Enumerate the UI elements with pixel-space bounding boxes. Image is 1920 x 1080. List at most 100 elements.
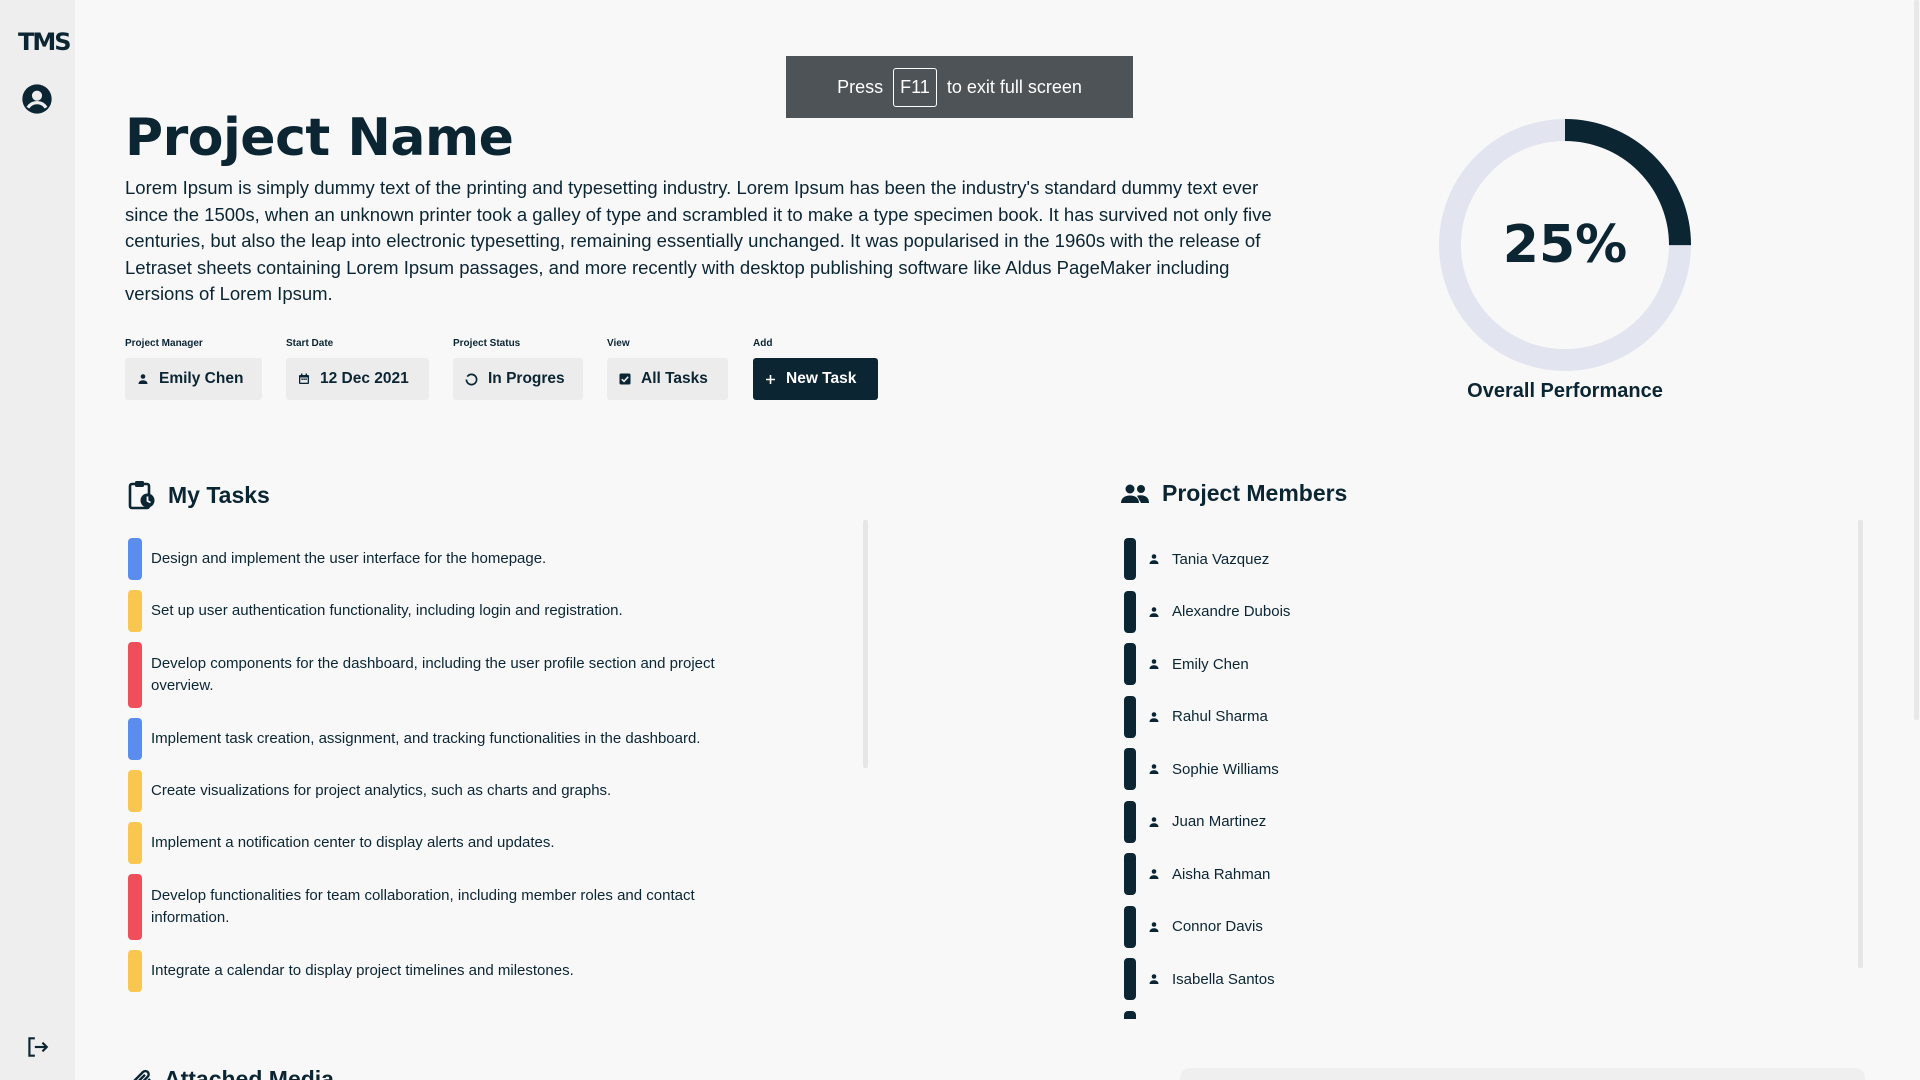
- task-priority-bar: [128, 718, 142, 760]
- task-item[interactable]: Develop components for the dashboard, in…: [128, 642, 728, 708]
- fullscreen-notice: Press F11 to exit full screen: [786, 56, 1133, 118]
- tasks-list: Design and implement the user interface …: [128, 538, 728, 1002]
- person-icon: [138, 374, 148, 384]
- member-item[interactable]: Alexandre Dubois: [1124, 590, 1524, 633]
- task-item[interactable]: Implement a notification center to displ…: [128, 822, 728, 864]
- app-logo[interactable]: TMS: [18, 28, 72, 56]
- person-icon: [1148, 973, 1160, 985]
- tasks-section-title: My Tasks: [128, 480, 270, 510]
- attached-title: Attached Media: [164, 1066, 334, 1080]
- member-name: Aisha Rahman: [1172, 865, 1271, 883]
- member-item[interactable]: Aisha Rahman: [1124, 853, 1524, 895]
- manager-field: Project Manager Emily Chen: [125, 338, 262, 400]
- member-bar: [1124, 538, 1136, 580]
- task-priority-bar: [128, 950, 142, 992]
- task-text: Create visualizations for project analyt…: [151, 782, 612, 799]
- sidebar: TMS: [0, 0, 75, 1080]
- manager-chip[interactable]: Emily Chen: [125, 358, 262, 400]
- member-item[interactable]: Isabella Santos: [1124, 958, 1524, 1000]
- member-bar: [1124, 853, 1136, 895]
- status-value: In Progres: [488, 370, 565, 387]
- member-name: Sophie Williams: [1172, 760, 1279, 778]
- member-name: Rahul Sharma: [1172, 708, 1268, 725]
- task-text: Develop components for the dashboard, in…: [151, 655, 715, 694]
- progress-icon: [465, 373, 478, 385]
- tasks-scrollbar[interactable]: [863, 520, 868, 768]
- clipboard-clock-icon: [128, 481, 155, 510]
- logout-icon[interactable]: [20, 1030, 54, 1064]
- member-item[interactable]: Sophie Williams: [1124, 748, 1524, 790]
- member-bar: [1124, 905, 1136, 948]
- members-list: Tania Vazquez Alexandre Dubois Emily Chen R…: [1124, 538, 1524, 1019]
- checkbox-icon: [619, 373, 631, 385]
- task-priority-bar: [128, 822, 142, 864]
- task-item[interactable]: Set up user authentication functionality…: [128, 590, 728, 632]
- member-item[interactable]: Rahul Sharma: [1124, 695, 1524, 738]
- page-scrollbar[interactable]: [1914, 0, 1919, 720]
- person-icon: [1148, 658, 1160, 670]
- paperclip-icon: [133, 1069, 151, 1080]
- view-value: All Tasks: [641, 370, 708, 387]
- tasks-title: My Tasks: [168, 481, 270, 508]
- member-bar: [1124, 748, 1136, 790]
- start-date-chip[interactable]: 12 Dec 2021: [286, 358, 429, 400]
- member-bar: [1124, 643, 1136, 685]
- performance-donut: 25%: [1435, 115, 1695, 375]
- add-label: Add: [753, 338, 773, 349]
- fullscreen-prefix: Press: [837, 76, 884, 97]
- plus-icon: [766, 374, 775, 384]
- task-priority-bar: [128, 590, 142, 632]
- members-scrollbar[interactable]: [1858, 520, 1863, 968]
- task-item[interactable]: Create visualizations for project analyt…: [128, 770, 728, 812]
- member-bar: [1124, 800, 1136, 843]
- member-name: Tania Vazquez: [1172, 550, 1270, 568]
- new-task-button[interactable]: New Task: [753, 358, 878, 400]
- start-date-label: Start Date: [286, 338, 334, 349]
- new-task-label: New Task: [786, 370, 857, 387]
- manager-label: Project Manager: [125, 338, 203, 349]
- status-label: Project Status: [453, 338, 521, 349]
- fullscreen-key: F11: [893, 67, 937, 107]
- task-priority-bar: [128, 770, 142, 812]
- task-item[interactable]: Develop functionalities for team collabo…: [128, 874, 728, 940]
- attached-section-title: Attached Media: [130, 1066, 334, 1080]
- calendar-icon: [299, 373, 309, 384]
- person-icon: [1148, 606, 1160, 618]
- member-item[interactable]: Emily Chen: [1124, 643, 1524, 685]
- people-icon: [1121, 484, 1149, 503]
- status-chip[interactable]: In Progres: [453, 358, 583, 400]
- task-text: Integrate a calendar to display project …: [151, 962, 574, 979]
- task-text: Set up user authentication functionality…: [151, 602, 623, 619]
- task-priority-bar: [128, 874, 142, 940]
- page-title: Project Name: [125, 108, 514, 168]
- task-item[interactable]: Integrate a calendar to display project …: [128, 950, 728, 992]
- start-date-field: Start Date 12 Dec 2021: [286, 338, 429, 400]
- member-item[interactable]: Tania Vazquez: [1124, 538, 1524, 580]
- member-item[interactable]: Connor Davis: [1124, 905, 1524, 948]
- members-title: Project Members: [1162, 480, 1348, 506]
- member-name: Juan Martinez: [1172, 813, 1267, 830]
- task-item[interactable]: Implement task creation, assignment, and…: [128, 718, 728, 760]
- task-text: Implement task creation, assignment, and…: [151, 730, 701, 747]
- task-text: Design and implement the user interface …: [151, 550, 547, 567]
- person-icon: [1148, 763, 1160, 775]
- member-bar: [1124, 958, 1136, 1000]
- status-field: Project Status In Progres: [453, 338, 583, 400]
- task-item[interactable]: Design and implement the user interface …: [128, 538, 728, 580]
- members-section-title: Project Members: [1120, 480, 1347, 507]
- member-bar: [1124, 695, 1136, 738]
- task-priority-bar: [128, 538, 142, 580]
- member-name: Isabella Santos: [1172, 970, 1275, 988]
- person-icon: [1148, 711, 1160, 723]
- task-text: Implement a notification center to displ…: [151, 834, 555, 851]
- profile-icon[interactable]: [20, 82, 54, 116]
- person-icon: [1148, 921, 1160, 933]
- fullscreen-suffix: to exit full screen: [946, 76, 1082, 97]
- view-label: View: [607, 338, 630, 349]
- performance-percent: 25%: [1502, 215, 1628, 275]
- view-chip[interactable]: All Tasks: [607, 358, 728, 400]
- member-item[interactable]: Juan Martinez: [1124, 800, 1524, 843]
- member-bar-partial: [1124, 1010, 1136, 1019]
- performance-label: Overall Performance: [1467, 380, 1663, 402]
- member-name: Connor Davis: [1172, 918, 1263, 935]
